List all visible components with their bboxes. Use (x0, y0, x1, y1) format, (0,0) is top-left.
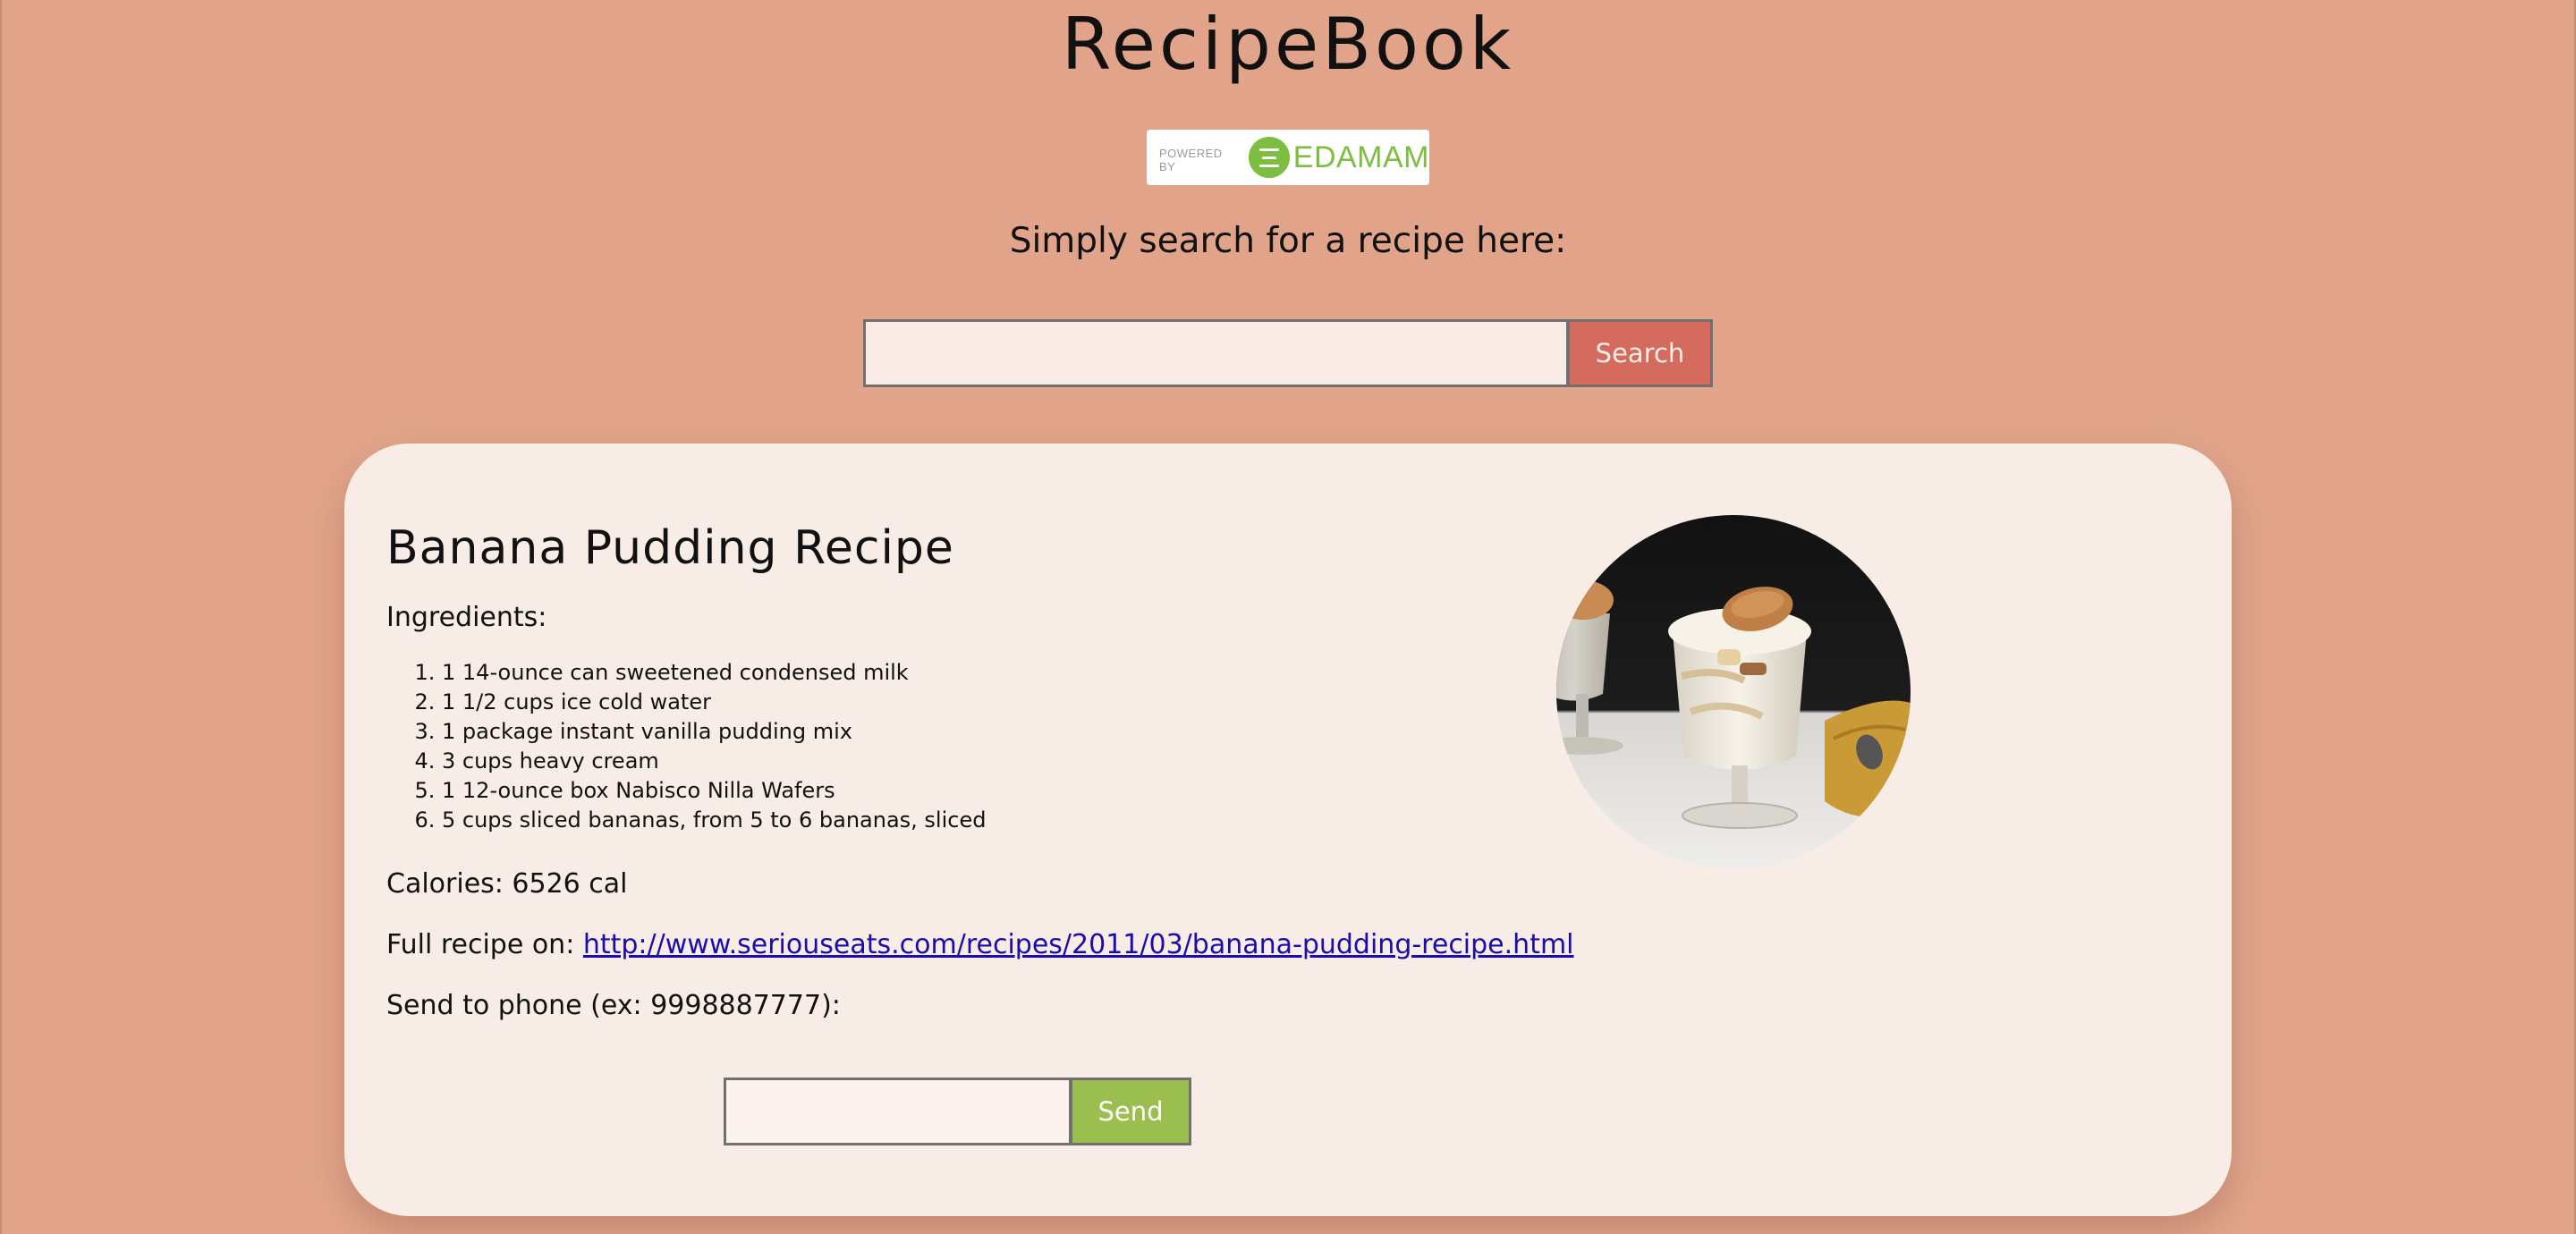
logo-stroke (1258, 148, 1279, 151)
phone-number-input[interactable] (724, 1078, 1071, 1145)
ingredient-item: 1 14-ounce can sweetened condensed milk (442, 658, 986, 688)
banana-pudding-photo-icon (1556, 515, 1911, 869)
edamam-logo-icon (1249, 137, 1290, 178)
ingredient-item: 1 1/2 cups ice cold water (442, 688, 986, 717)
edamam-attribution-badge: POWERED BY EDAMAM (1147, 130, 1429, 185)
recipe-title: Banana Pudding Recipe (386, 521, 954, 575)
page-left-edge (0, 0, 2, 1234)
search-button[interactable]: Search (1567, 319, 1713, 387)
full-recipe-link[interactable]: http://www.seriouseats.com/recipes/2011/… (583, 929, 1574, 960)
recipe-photo (1556, 515, 1911, 869)
ingredient-item: 5 cups sliced bananas, from 5 to 6 banan… (442, 806, 986, 835)
ingredients-list: 1 14-ounce can sweetened condensed milk … (386, 658, 986, 835)
ingredients-heading: Ingredients: (386, 602, 547, 633)
app-title: RecipeBook (1061, 3, 1515, 86)
logo-stroke (1261, 156, 1276, 159)
full-recipe-line: Full recipe on: http://www.seriouseats.c… (386, 926, 1574, 964)
recipe-search-input[interactable] (863, 319, 1568, 387)
recipe-card: Banana Pudding Recipe Ingredients: 1 14-… (344, 444, 2232, 1216)
logo-stroke (1258, 164, 1279, 167)
full-recipe-label: Full recipe on: (386, 929, 583, 960)
search-prompt: Simply search for a recipe here: (1009, 221, 1567, 261)
ingredient-item: 1 package instant vanilla pudding mix (442, 717, 986, 747)
send-button[interactable]: Send (1070, 1078, 1191, 1145)
edamam-brand-name: EDAMAM (1292, 139, 1429, 174)
send-to-phone-label: Send to phone (ex: 9998887777): (386, 990, 841, 1021)
calories-text: Calories: 6526 cal (386, 868, 628, 900)
ingredient-item: 1 12-ounce box Nabisco Nilla Wafers (442, 776, 986, 806)
powered-by-label: POWERED BY (1159, 147, 1223, 173)
ingredient-item: 3 cups heavy cream (442, 747, 986, 776)
